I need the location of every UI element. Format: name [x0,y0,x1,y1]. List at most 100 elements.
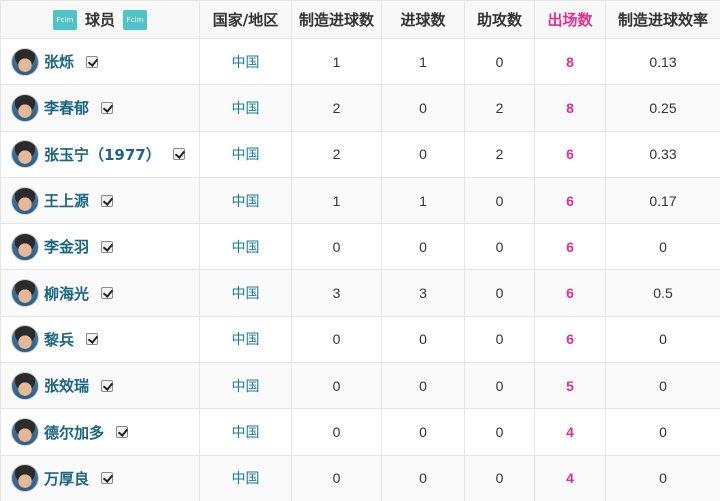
player-avatar[interactable] [11,140,39,169]
header-chances-created[interactable]: 制造进球数 [291,0,382,39]
compare-checkbox[interactable] [86,333,99,346]
player-avatar[interactable] [11,464,39,493]
player-avatar[interactable] [11,186,39,215]
player-cell: 李春郁 [0,84,200,132]
appearances-cell: 6 [534,269,606,317]
table-row: 张效瑞 中国 0 0 0 5 0 [0,362,720,410]
table-row: 黎兵 中国 0 0 0 6 0 [0,315,720,364]
player-name-link[interactable]: 李春郁 [44,97,89,118]
player-name-link[interactable]: 德尔加多 [44,422,104,443]
chances-created-cell: 0 [291,223,382,271]
player-name-link[interactable]: 李金羽 [44,236,89,257]
country-cell: 中国 [199,84,292,132]
header-player[interactable]: Fcim 球员 Fcim [0,0,200,39]
player-name-link[interactable]: 王上源 [44,190,89,211]
goals-cell: 0 [381,130,465,178]
logo-icon: Fcim [52,9,77,30]
logo-text: Fcim [56,15,74,24]
appearances-cell: 4 [534,454,606,501]
player-stats-table: Fcim 球员 Fcim 国家/地区 制造进球数 进球数 助攻数 出场数 制造进… [0,0,720,501]
compare-checkbox[interactable] [172,148,185,161]
header-efficiency[interactable]: 制造进球效率 [605,0,720,39]
efficiency-cell: 0 [605,454,720,501]
player-cell: 张烁 [0,37,200,86]
player-avatar[interactable] [11,418,39,447]
goals-cell: 0 [381,362,465,410]
logo-icon: Fcim [123,9,147,30]
country-cell: 中国 [199,454,292,501]
appearances-cell: 8 [534,37,606,86]
country-cell: 中国 [199,408,292,456]
compare-checkbox[interactable] [116,426,129,439]
compare-checkbox[interactable] [101,287,114,300]
table-body: 张烁 中国 1 1 0 8 0.13 李春郁 中国 2 0 2 8 0.25 张… [0,37,720,501]
table-row: 张玉宁（1977） 中国 2 0 2 6 0.33 [0,130,720,178]
player-name-link[interactable]: 张效瑞 [44,375,89,396]
player-cell: 王上源 [0,176,200,225]
efficiency-cell: 0 [605,223,720,271]
player-cell: 德尔加多 [0,408,200,456]
assists-cell: 0 [464,37,535,86]
header-goals[interactable]: 进球数 [381,0,465,39]
chances-created-cell: 0 [291,454,382,501]
chances-created-cell: 2 [291,130,382,178]
player-cell: 张效瑞 [0,362,200,410]
player-avatar[interactable] [11,325,39,354]
appearances-cell: 6 [534,315,606,364]
assists-cell: 0 [464,223,535,271]
table-row: 德尔加多 中国 0 0 0 4 0 [0,408,720,456]
player-avatar[interactable] [11,371,39,400]
goals-cell: 0 [381,84,465,132]
assists-cell: 0 [464,362,535,410]
table-row: 王上源 中国 1 1 0 6 0.17 [0,176,720,225]
appearances-cell: 6 [534,130,606,178]
efficiency-cell: 0 [605,362,720,410]
header-player-label: 球员 [84,11,115,29]
compare-checkbox[interactable] [86,55,99,68]
efficiency-cell: 0.25 [605,84,720,132]
header-appearances[interactable]: 出场数 [534,0,606,39]
assists-cell: 2 [464,84,535,132]
header-country[interactable]: 国家/地区 [199,0,292,39]
player-name-link[interactable]: 张烁 [44,51,74,72]
country-cell: 中国 [199,269,292,317]
appearances-cell: 5 [534,362,606,410]
country-cell: 中国 [199,315,292,364]
goals-cell: 1 [381,176,465,225]
player-name-link[interactable]: 柳海光 [44,283,89,304]
efficiency-cell: 0 [605,315,720,364]
goals-cell: 1 [381,37,465,86]
compare-checkbox[interactable] [101,194,114,207]
goals-cell: 3 [381,269,465,317]
table-row: 柳海光 中国 3 3 0 6 0.5 [0,269,720,317]
appearances-cell: 4 [534,408,606,456]
chances-created-cell: 1 [291,176,382,225]
compare-checkbox[interactable] [101,472,114,485]
efficiency-cell: 0 [605,408,720,456]
player-cell: 李金羽 [0,223,200,271]
compare-checkbox[interactable] [101,101,114,114]
player-name-link[interactable]: 万厚良 [44,468,89,489]
assists-cell: 0 [464,454,535,501]
chances-created-cell: 0 [291,362,382,410]
player-name-link[interactable]: 黎兵 [44,329,74,350]
player-avatar[interactable] [11,93,39,122]
player-avatar[interactable] [11,47,39,76]
assists-cell: 0 [464,408,535,456]
player-name-link[interactable]: 张玉宁（1977） [44,144,161,165]
player-cell: 黎兵 [0,315,200,364]
efficiency-cell: 0.5 [605,269,720,317]
country-cell: 中国 [199,362,292,410]
appearances-cell: 6 [534,176,606,225]
assists-cell: 0 [464,176,535,225]
assists-cell: 2 [464,130,535,178]
player-avatar[interactable] [11,279,39,308]
compare-checkbox[interactable] [101,379,114,392]
header-assists[interactable]: 助攻数 [464,0,535,39]
compare-checkbox[interactable] [101,240,114,253]
efficiency-cell: 0.17 [605,176,720,225]
table-row: 李金羽 中国 0 0 0 6 0 [0,223,720,271]
chances-created-cell: 1 [291,37,382,86]
player-avatar[interactable] [11,232,39,261]
chances-created-cell: 0 [291,408,382,456]
